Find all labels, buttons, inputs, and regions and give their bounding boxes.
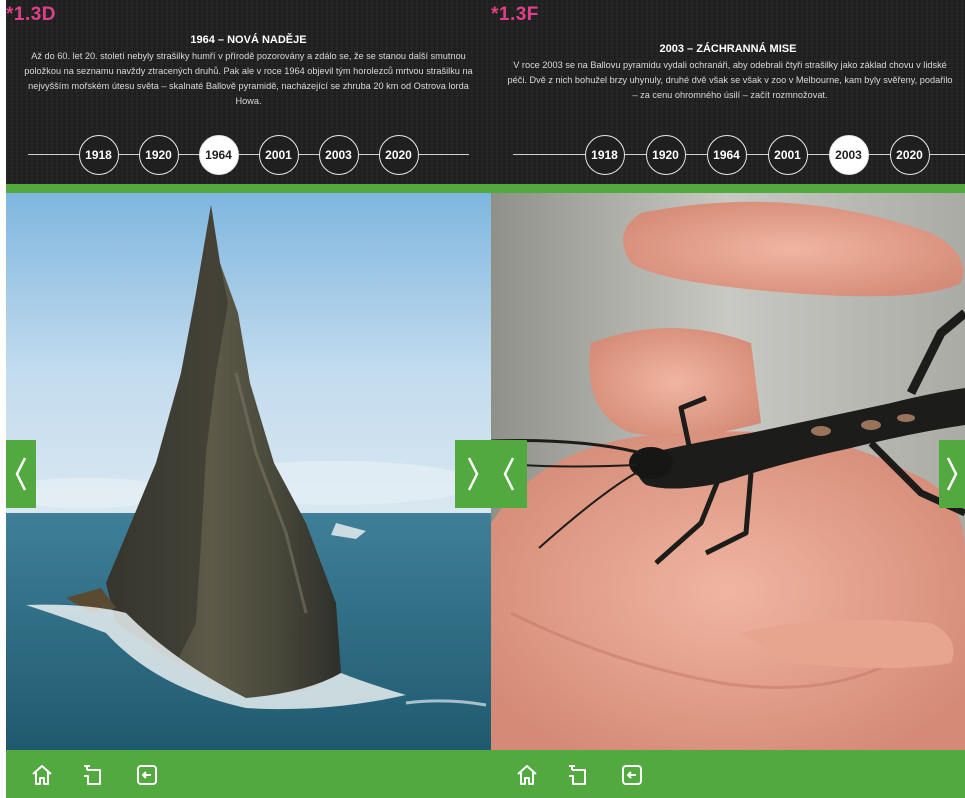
section-text: V roce 2003 se na Ballovu pyramidu vydal… [507, 60, 953, 100]
next-page-button[interactable] [455, 440, 491, 508]
timeline-year-2020[interactable]: 2020 [889, 135, 930, 175]
home-icon[interactable] [514, 762, 540, 788]
section-title: 1964 – NOVÁ NADĚJE [190, 34, 307, 46]
exit-icon[interactable] [619, 762, 645, 788]
section-title: 2003 – ZÁCHRANNÁ MISE [659, 43, 797, 55]
timeline-year-2020[interactable]: 2020 [378, 135, 419, 175]
timeline: 1918 1920 1964 2001 2003 2020 [28, 135, 469, 175]
chevron-right-icon [467, 457, 479, 491]
section-text: Až do 60. let 20. století nebyly strašil… [24, 51, 473, 106]
home-icon[interactable] [29, 762, 55, 788]
prev-page-button[interactable] [491, 440, 527, 508]
prev-page-button[interactable] [6, 440, 36, 508]
header-left: *1.3D 1964 – NOVÁ NADĚJE Až do 60. let 2… [6, 0, 491, 184]
timeline-year-2001[interactable]: 2001 [767, 135, 808, 175]
page-code: *1.3D [6, 4, 57, 25]
chevron-left-icon [503, 457, 515, 491]
toc-icon[interactable] [80, 762, 106, 788]
timeline-year-2003-active[interactable]: 2003 [828, 135, 869, 175]
footer-toolbar-left [6, 750, 491, 798]
divider-strip [6, 184, 491, 193]
header-right: *1.3F 2003 – ZÁCHRANNÁ MISE V roce 2003 … [491, 0, 965, 184]
timeline-year-1920[interactable]: 1920 [645, 135, 686, 175]
exit-icon[interactable] [134, 762, 160, 788]
timeline-year-1918[interactable]: 1918 [78, 135, 119, 175]
photo-ball-pyramid [6, 193, 491, 750]
page-right: *1.3F 2003 – ZÁCHRANNÁ MISE V roce 2003 … [491, 0, 965, 798]
chevron-left-icon [15, 457, 27, 491]
timeline: 1918 1920 1964 2001 2003 2020 [513, 135, 965, 175]
chevron-right-icon [946, 457, 958, 491]
divider-strip [491, 184, 965, 193]
timeline-year-1964[interactable]: 1964 [706, 135, 747, 175]
photo-stick-insect [491, 193, 965, 750]
page-code: *1.3F [491, 4, 539, 25]
next-page-button[interactable] [939, 440, 965, 508]
footer-toolbar-right [491, 750, 965, 798]
timeline-year-2003[interactable]: 2003 [318, 135, 359, 175]
timeline-year-1964-active[interactable]: 1964 [198, 135, 239, 175]
timeline-year-2001[interactable]: 2001 [258, 135, 299, 175]
timeline-year-1918[interactable]: 1918 [584, 135, 625, 175]
page-left: *1.3D 1964 – NOVÁ NADĚJE Až do 60. let 2… [6, 0, 491, 798]
timeline-year-1920[interactable]: 1920 [138, 135, 179, 175]
toc-icon[interactable] [565, 762, 591, 788]
